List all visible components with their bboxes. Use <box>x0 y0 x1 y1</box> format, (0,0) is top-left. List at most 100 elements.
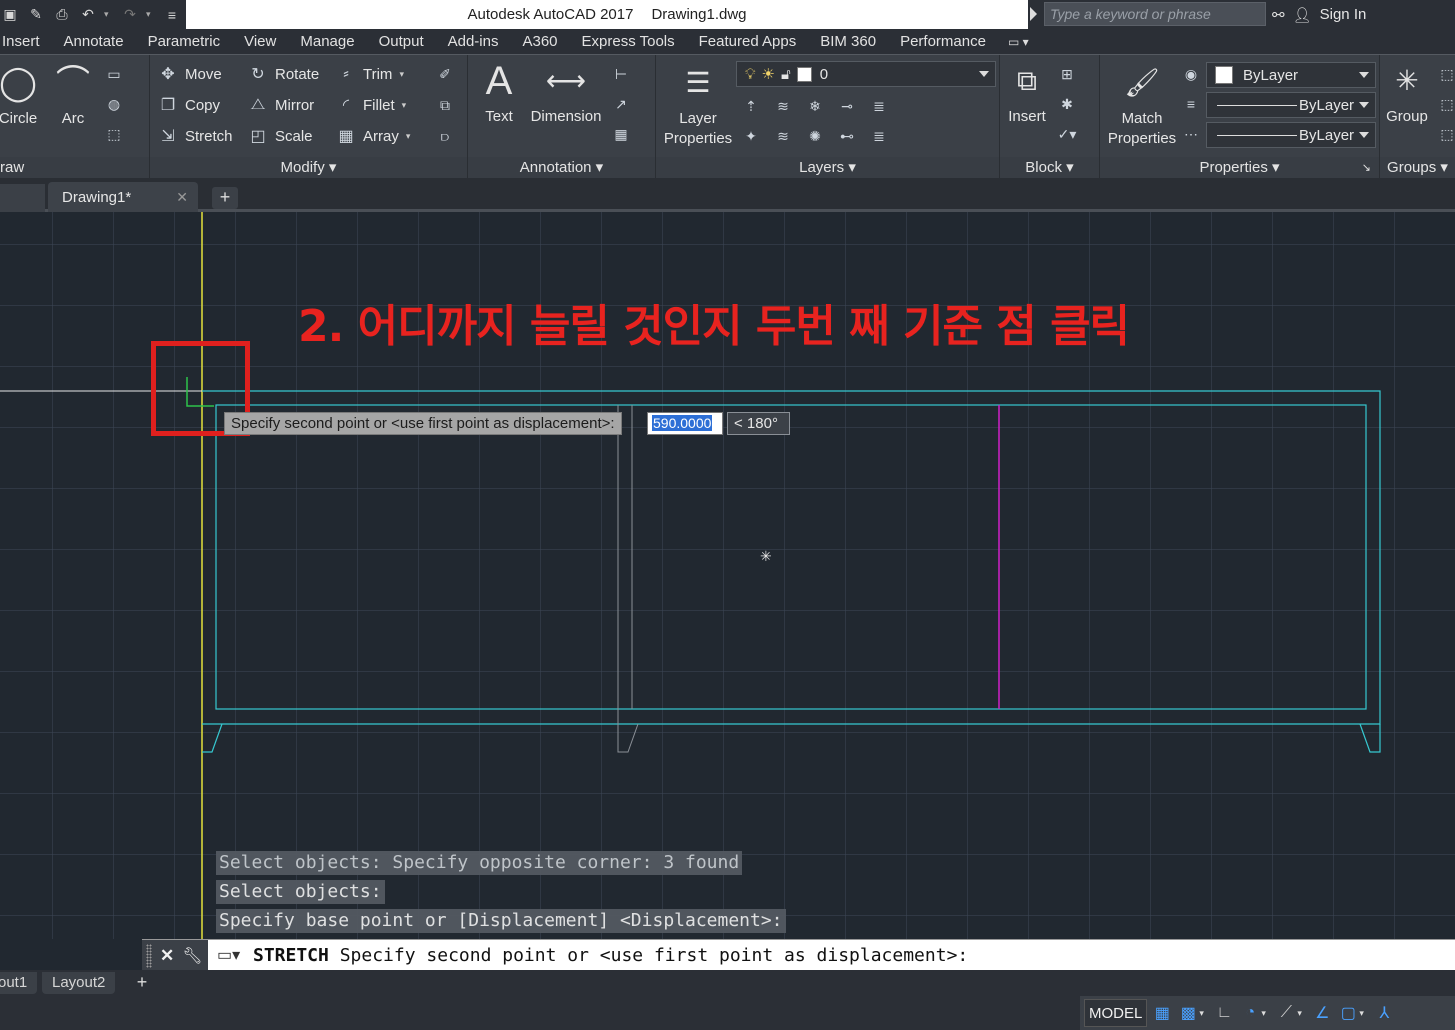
draw-panel-title[interactable]: raw <box>0 157 149 179</box>
layer-dropdown[interactable]: 💡︎ ☀ 🔓︎ 0 <box>736 61 996 87</box>
leader-icon[interactable]: ↗ <box>610 93 632 115</box>
copy-button[interactable]: ❐ Copy <box>158 92 220 118</box>
layer-tool-6-icon[interactable]: ✦ <box>740 125 762 147</box>
object-snap-icon[interactable]: ▢ <box>1337 1000 1359 1026</box>
tab-layout2[interactable]: Layout2 <box>42 972 116 994</box>
annotation-panel-title[interactable]: Annotation ▾ <box>468 157 655 179</box>
insert-block-button[interactable]: ⧉ Insert <box>1002 57 1052 127</box>
command-line[interactable]: ✕ 🔧︎ ▭▾ STRETCH Specify second point or … <box>142 939 1455 971</box>
table-icon[interactable]: ▦ <box>610 123 632 145</box>
tab-view[interactable]: View <box>232 33 288 50</box>
command-prompt-icon[interactable]: ▭▾ <box>217 945 240 965</box>
tab-parametric[interactable]: Parametric <box>136 33 233 50</box>
block-panel-title[interactable]: Block ▾ <box>1000 157 1099 179</box>
region-icon[interactable]: ⬚ <box>103 123 125 145</box>
object-snap-tracking-icon[interactable]: ∠ <box>1311 1000 1333 1026</box>
layer-tool-1-icon[interactable]: ⇡ <box>740 95 762 117</box>
file-tab-drawing1[interactable]: Drawing1* ✕ <box>48 182 198 212</box>
rectangle-icon[interactable]: ▭ <box>103 63 125 85</box>
customize-qat-icon[interactable]: ≡ <box>162 5 182 25</box>
isodraft-icon[interactable]: ⟋ <box>1275 1000 1297 1026</box>
polar-icon[interactable]: ◔ <box>1239 1000 1261 1026</box>
dynamic-input-angle[interactable]: < 180° <box>727 412 790 435</box>
layer-tool-10-icon[interactable]: ≣ <box>868 125 890 147</box>
tab-layout1[interactable]: out1 <box>0 972 38 994</box>
redo-dropdown-icon[interactable]: ▾ <box>146 9 156 20</box>
object-snap-dropdown-icon[interactable]: ▾ <box>1359 1008 1369 1019</box>
offset-icon[interactable]: ⫐ <box>434 125 456 147</box>
text-button[interactable]: A Text <box>476 57 522 127</box>
save-icon[interactable]: ▣ <box>0 5 20 25</box>
groups-panel-title[interactable]: Groups ▾ <box>1380 157 1455 179</box>
tab-manage[interactable]: Manage <box>288 33 366 50</box>
group-button[interactable]: ✳ Group <box>1382 57 1432 127</box>
wrench-icon[interactable]: 🔧︎ <box>182 946 202 966</box>
undo-dropdown-icon[interactable]: ▾ <box>104 9 114 20</box>
group-select-icon[interactable]: ⬚ <box>1436 123 1455 145</box>
snap-dropdown-icon[interactable]: ▾ <box>1199 1008 1209 1019</box>
hatch-icon[interactable]: ◍ <box>103 93 125 115</box>
search-input[interactable]: Type a keyword or phrase <box>1044 2 1266 26</box>
polar-dropdown-icon[interactable]: ▾ <box>1261 1008 1271 1019</box>
layer-properties-button[interactable]: ☰ Layer Properties <box>658 57 738 149</box>
ribbon-minimize-icon[interactable]: ▭ ▾ <box>1008 35 1029 49</box>
group-edit-icon[interactable]: ⬚ <box>1436 93 1455 115</box>
tab-express-tools[interactable]: Express Tools <box>570 33 687 50</box>
attribute-icon[interactable]: ✓▾ <box>1056 123 1078 145</box>
layers-panel-title[interactable]: Layers ▾ <box>656 157 999 179</box>
circle-button[interactable]: ◯ Circle <box>0 59 42 129</box>
close-icon[interactable]: ✕ <box>160 946 174 966</box>
ortho-icon[interactable]: ∟ <box>1213 1000 1235 1026</box>
array-button[interactable]: ▦ Array ▾ <box>336 123 410 149</box>
isodraft-dropdown-icon[interactable]: ▾ <box>1297 1008 1307 1019</box>
new-tab-plus-icon[interactable]: + <box>212 187 238 209</box>
layer-tool-9-icon[interactable]: ⊷ <box>836 125 858 147</box>
stretch-button[interactable]: ⇲ Stretch <box>158 123 232 149</box>
trim-button[interactable]: ⸗ Trim ▾ <box>336 61 404 87</box>
linetype-dropdown[interactable]: ByLayer <box>1206 92 1376 118</box>
undo-icon[interactable]: ↶ <box>78 5 98 25</box>
tab-a360[interactable]: A360 <box>510 33 569 50</box>
tab-featured-apps[interactable]: Featured Apps <box>687 33 809 50</box>
ungroup-icon[interactable]: ⬚ <box>1436 63 1455 85</box>
properties-panel-title[interactable]: Properties ▾ ↘ <box>1100 157 1379 179</box>
trim-dropdown-icon[interactable]: ▾ <box>399 69 404 80</box>
linear-dimension-icon[interactable]: ⊢ <box>610 63 632 85</box>
modify-panel-title[interactable]: Modify ▾ <box>150 157 467 179</box>
snap-icon[interactable]: ▩ <box>1177 1000 1199 1026</box>
layer-tool-8-icon[interactable]: ✺ <box>804 125 826 147</box>
tab-performance[interactable]: Performance <box>888 33 998 50</box>
command-input[interactable]: STRETCH Specify second point or <use fir… <box>253 940 968 971</box>
layer-tool-5-icon[interactable]: ≣ <box>868 95 890 117</box>
add-layout-plus-icon[interactable]: + <box>130 973 154 993</box>
arc-button[interactable]: ⌒ Arc <box>50 59 96 129</box>
model-space-button[interactable]: MODEL <box>1084 999 1148 1027</box>
lineweight-dropdown[interactable]: ByLayer <box>1206 122 1376 148</box>
mirror-button[interactable]: ⧍ Mirror <box>248 92 315 118</box>
tab-insert[interactable]: Insert <box>0 33 52 50</box>
annotation-scale-icon[interactable]: ⅄ <box>1373 1000 1395 1026</box>
binoculars-icon[interactable]: ⚯ <box>1272 6 1285 24</box>
plot-icon[interactable]: ⎙ <box>52 5 72 25</box>
search-expand-icon[interactable] <box>1030 7 1037 21</box>
layer-tool-3-icon[interactable]: ❄ <box>804 95 826 117</box>
close-icon[interactable]: ✕ <box>176 189 188 206</box>
dimension-button[interactable]: ⟷ Dimension <box>528 57 604 127</box>
array-dropdown-icon[interactable]: ▾ <box>406 131 411 142</box>
sign-in-label[interactable]: Sign In <box>1320 6 1367 23</box>
tab-annotate[interactable]: Annotate <box>52 33 136 50</box>
edit-block-icon[interactable]: ✱ <box>1056 93 1078 115</box>
layer-tool-2-icon[interactable]: ≋ <box>772 95 794 117</box>
tab-output[interactable]: Output <box>367 33 436 50</box>
start-tab[interactable] <box>0 184 45 212</box>
tab-add-ins[interactable]: Add-ins <box>436 33 511 50</box>
create-block-icon[interactable]: ⊞ <box>1056 63 1078 85</box>
move-button[interactable]: ✥ Move <box>158 61 221 87</box>
panel-launcher-icon[interactable]: ↘ <box>1362 157 1371 179</box>
scale-button[interactable]: ◰ Scale <box>248 123 312 149</box>
drag-handle[interactable] <box>146 943 152 968</box>
dynamic-input-distance[interactable]: 590.0000 <box>647 412 723 435</box>
fillet-dropdown-icon[interactable]: ▾ <box>402 100 407 111</box>
grid-icon[interactable]: ▦ <box>1151 1000 1173 1026</box>
fillet-button[interactable]: ◜ Fillet ▾ <box>336 92 406 118</box>
